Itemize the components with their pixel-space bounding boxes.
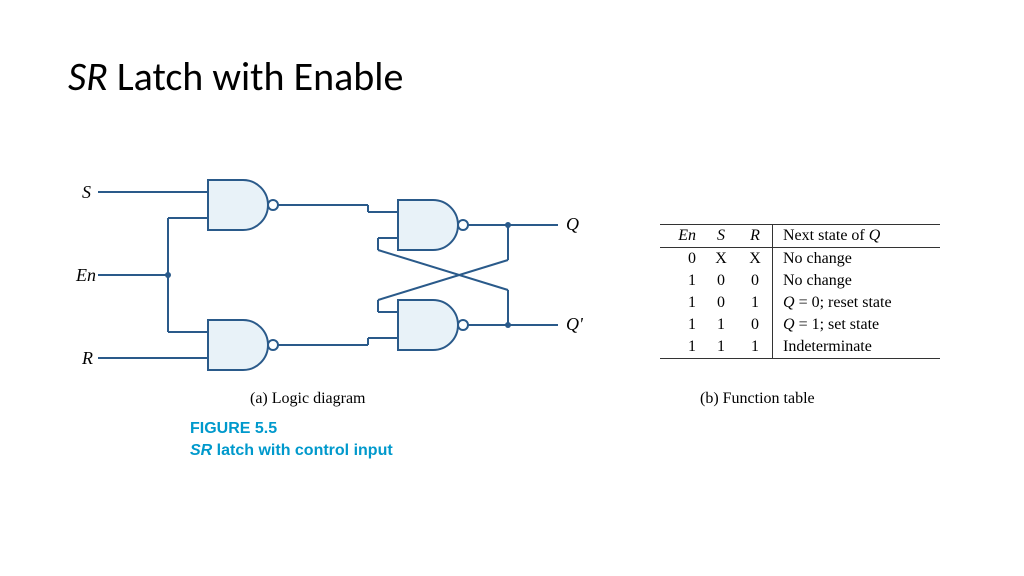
nand-gate-icon [208,320,278,370]
table-row: 1 1 1 Indeterminate [660,336,940,359]
label-r: R [81,348,93,368]
table-row: 0 X X No change [660,248,940,271]
table-row: 1 0 1 Q = 0; reset state [660,292,940,314]
label-qprime: Q' [566,314,584,334]
table-row: 1 0 0 No change [660,270,940,292]
nand-gate-icon [398,200,468,250]
header-en: En [660,225,704,248]
nand-gate-icon [208,180,278,230]
header-r: R [738,225,773,248]
table-row: 1 1 0 Q = 1; set state [660,314,940,336]
title-prefix: SR [68,52,108,101]
header-s: S [704,225,738,248]
header-next: Next state of Q [773,225,941,248]
label-en: En [75,265,96,285]
sr-latch-svg: S En R Q Q' [68,170,608,400]
figure-title: SR latch with control input [190,442,393,460]
logic-diagram: S En R Q Q' [68,170,608,470]
page-title: SR Latch with Enable [68,52,403,101]
figure-number: FIGURE 5.5 [190,420,277,438]
nand-gate-icon [398,300,468,350]
table-body: 0 X X No change 1 0 0 No change 1 0 1 Q … [660,248,940,359]
title-rest: Latch with Enable [108,52,404,101]
caption-b: (b) Function table [700,390,815,408]
table-header-row: En S R Next state of Q [660,225,940,248]
figure-title-rest: latch with control input [212,442,392,459]
slide: SR Latch with Enable [0,0,1024,576]
function-table-area: En S R Next state of Q 0 X X No change 1… [660,224,940,359]
figure-title-prefix: SR [190,442,212,459]
caption-a: (a) Logic diagram [250,390,366,408]
label-s: S [82,182,91,202]
label-q: Q [566,214,579,234]
function-table: En S R Next state of Q 0 X X No change 1… [660,224,940,359]
